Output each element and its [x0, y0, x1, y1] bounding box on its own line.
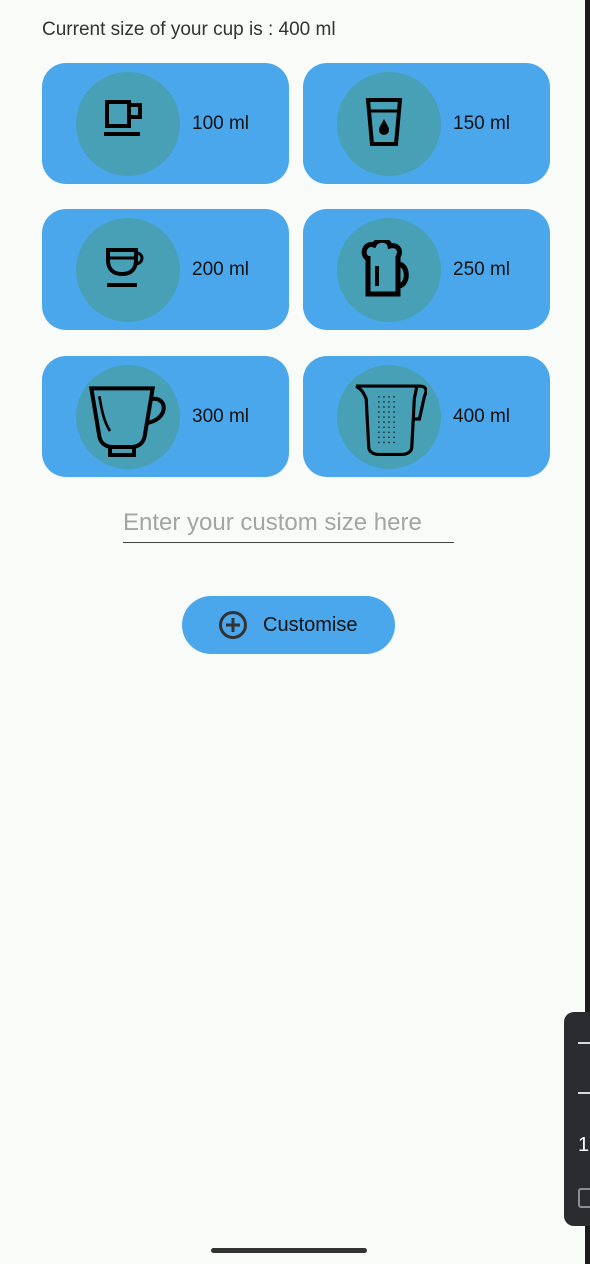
cup-option-100[interactable]: 100 ml	[42, 63, 289, 184]
tea-cup-icon	[76, 365, 180, 469]
customise-button[interactable]: Customise	[182, 596, 395, 654]
coffee-cup-icon	[76, 218, 180, 322]
cup-label-150: 150 ml	[453, 113, 511, 134]
espresso-cup-icon	[76, 72, 180, 176]
cup-option-300[interactable]: 300 ml	[42, 356, 289, 477]
panel-text: 1	[578, 1134, 590, 1156]
cup-label-200: 200 ml	[192, 259, 250, 280]
cup-option-250[interactable]: 250 ml	[303, 209, 550, 330]
current-size-label: Current size of your cup is : 400 ml	[42, 19, 336, 40]
plus-circle-icon	[219, 611, 247, 639]
measuring-jug-icon	[337, 365, 441, 469]
cup-option-150[interactable]: 150 ml	[303, 63, 550, 184]
floating-tool-panel[interactable]: 1	[564, 1012, 590, 1226]
cup-label-250: 250 ml	[453, 259, 511, 280]
cup-label-400: 400 ml	[453, 406, 511, 427]
customise-button-label: Customise	[263, 614, 358, 636]
beer-mug-icon	[337, 218, 441, 322]
custom-size-input[interactable]	[123, 504, 454, 543]
cup-label-300: 300 ml	[192, 406, 250, 427]
water-glass-icon	[337, 72, 441, 176]
cup-option-200[interactable]: 200 ml	[42, 209, 289, 330]
panel-divider	[578, 1042, 590, 1044]
cup-option-400[interactable]: 400 ml	[303, 356, 550, 477]
cup-label-100: 100 ml	[192, 113, 250, 134]
home-indicator[interactable]	[211, 1248, 367, 1253]
window-icon[interactable]	[578, 1188, 590, 1208]
panel-divider	[578, 1092, 590, 1094]
